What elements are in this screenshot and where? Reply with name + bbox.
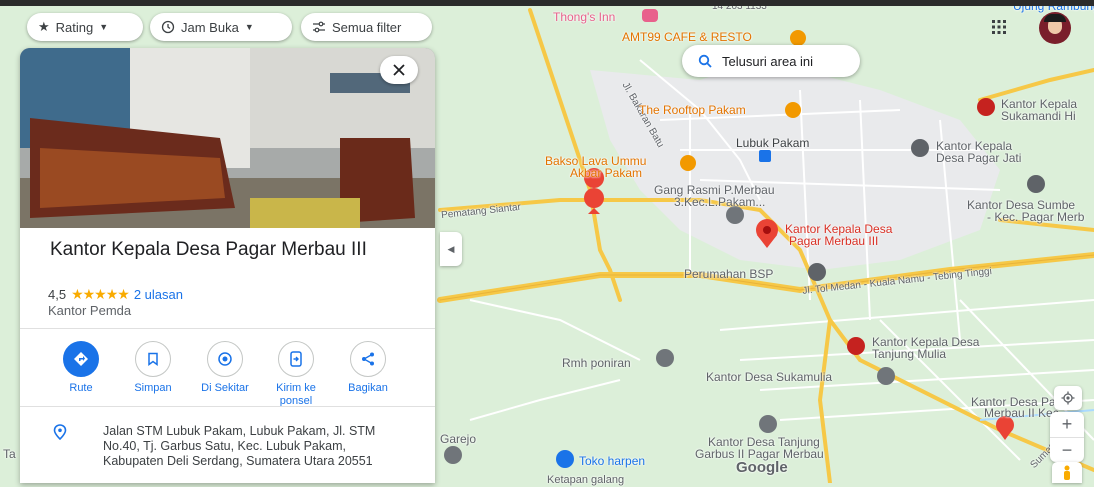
zoom-out-button[interactable]: − bbox=[1050, 437, 1084, 463]
map-label: Thong's Inn bbox=[553, 10, 616, 24]
apps-grid-icon[interactable] bbox=[991, 19, 1007, 35]
filter-sliders-icon bbox=[313, 21, 325, 33]
map-label: Pagar Merbau III bbox=[789, 234, 879, 248]
map-label: Perumahan BSP bbox=[684, 267, 774, 281]
send-to-phone-label-1: Kirim ke bbox=[276, 382, 316, 394]
map-label: Ketapan galang bbox=[547, 474, 625, 486]
bookmark-icon bbox=[148, 352, 158, 366]
search-this-area-button[interactable]: Telusuri area ini bbox=[682, 45, 860, 77]
place-pin-icon bbox=[444, 446, 462, 464]
divider bbox=[20, 406, 435, 407]
pegman-icon bbox=[1064, 465, 1070, 480]
directions-icon bbox=[74, 352, 88, 366]
rating-row: 4,5 ★★★★★ 2 ulasan bbox=[48, 286, 183, 303]
rating-stars: ★★★★★ bbox=[71, 286, 130, 302]
map-label: AMT99 CAFE & RESTO bbox=[622, 30, 752, 44]
map-label: 3.Kec.L.Pakam... bbox=[674, 195, 766, 209]
location-pin-icon bbox=[53, 424, 67, 440]
restaurant-icon bbox=[785, 102, 801, 118]
save-button[interactable]: Simpan bbox=[118, 341, 188, 395]
map-label: Garejo bbox=[440, 432, 477, 446]
send-to-phone-button[interactable]: Kirim ke ponsel bbox=[261, 341, 331, 408]
chevron-left-icon: ◀ bbox=[447, 243, 455, 254]
hours-filter-label: Jam Buka bbox=[181, 19, 239, 35]
nearby-label: Di Sekitar bbox=[201, 382, 249, 394]
place-title: Kantor Kepala Desa Pagar Merbau III bbox=[50, 239, 367, 260]
all-filters-chip[interactable]: Semua filter bbox=[301, 13, 432, 41]
place-pin-icon bbox=[656, 349, 674, 367]
restaurant-icon bbox=[790, 30, 806, 46]
my-location-button[interactable] bbox=[1054, 386, 1082, 410]
route-label: Rute bbox=[69, 382, 93, 394]
search-icon bbox=[698, 54, 712, 68]
place-pin-icon bbox=[759, 415, 777, 433]
share-label: Bagikan bbox=[348, 382, 388, 394]
hours-filter-chip[interactable]: Jam Buka ▼ bbox=[150, 13, 292, 41]
government-icon bbox=[911, 139, 929, 157]
browser-top-bar bbox=[0, 0, 1094, 6]
avatar[interactable] bbox=[1039, 12, 1071, 44]
government-icon bbox=[847, 337, 865, 355]
place-photo[interactable] bbox=[20, 48, 435, 228]
government-icon bbox=[808, 263, 826, 281]
google-logo: Google bbox=[736, 459, 788, 476]
clock-icon bbox=[161, 20, 175, 34]
nearby-icon bbox=[218, 352, 232, 366]
map-label: Sukamandi Hi bbox=[1001, 109, 1076, 123]
map-label: Rmh poniran bbox=[562, 356, 631, 370]
map-label: Toko harpen bbox=[579, 454, 646, 468]
minus-icon: − bbox=[1061, 440, 1073, 460]
map-label: - Kec. Pagar Merb bbox=[987, 210, 1085, 224]
rating-value: 4,5 bbox=[48, 287, 67, 302]
zoom-controls: + − bbox=[1050, 412, 1084, 462]
save-label: Simpan bbox=[134, 382, 172, 394]
map-label: Tanjung Mulia bbox=[872, 347, 947, 361]
place-address[interactable]: Jalan STM Lubuk Pakam, Lubuk Pakam, Jl. … bbox=[103, 424, 403, 469]
map-label: Desa Pagar Jati bbox=[936, 151, 1022, 165]
nearby-button[interactable]: Di Sekitar bbox=[190, 341, 260, 395]
rating-filter-chip[interactable]: ★ Rating ▼ bbox=[27, 13, 143, 41]
place-pin-icon bbox=[877, 367, 895, 385]
share-icon bbox=[362, 352, 374, 366]
rating-filter-label: Rating bbox=[55, 19, 94, 35]
dropdown-arrow-icon: ▼ bbox=[99, 22, 109, 32]
route-button[interactable]: Rute bbox=[46, 341, 116, 395]
search-this-area-label: Telusuri area ini bbox=[722, 53, 814, 69]
close-panel-button[interactable] bbox=[380, 56, 418, 84]
hotel-icon bbox=[642, 9, 658, 22]
plus-icon: + bbox=[1061, 414, 1073, 434]
star-icon: ★ bbox=[38, 19, 50, 34]
send-to-phone-icon bbox=[290, 351, 302, 367]
government-icon bbox=[1027, 175, 1045, 193]
place-details-panel: Kantor Kepala Desa Pagar Merbau III 4,5 … bbox=[20, 48, 435, 483]
restaurant-icon bbox=[680, 155, 696, 171]
share-button[interactable]: Bagikan bbox=[333, 341, 403, 395]
collapse-panel-button[interactable]: ◀ bbox=[440, 232, 462, 266]
my-location-icon bbox=[1061, 391, 1075, 405]
all-filters-label: Semua filter bbox=[332, 19, 402, 35]
zoom-in-button[interactable]: + bbox=[1050, 412, 1084, 437]
close-icon bbox=[393, 64, 405, 76]
map-label: Akbar Pakam bbox=[570, 166, 643, 180]
map-label: Lubuk Pakam bbox=[736, 136, 810, 150]
shop-icon bbox=[556, 450, 574, 468]
map-label: Ta bbox=[3, 447, 16, 461]
dropdown-arrow-icon: ▼ bbox=[244, 22, 254, 32]
place-category[interactable]: Kantor Pemda bbox=[48, 303, 131, 318]
divider bbox=[20, 328, 435, 329]
street-view-pegman-button[interactable] bbox=[1052, 462, 1082, 483]
transit-icon bbox=[759, 150, 771, 162]
map-label: The Rooftop Pakam bbox=[639, 103, 746, 117]
government-icon bbox=[977, 98, 995, 116]
reviews-link[interactable]: 2 ulasan bbox=[134, 287, 183, 302]
map-label: Kantor Desa Sukamulia bbox=[706, 370, 833, 384]
